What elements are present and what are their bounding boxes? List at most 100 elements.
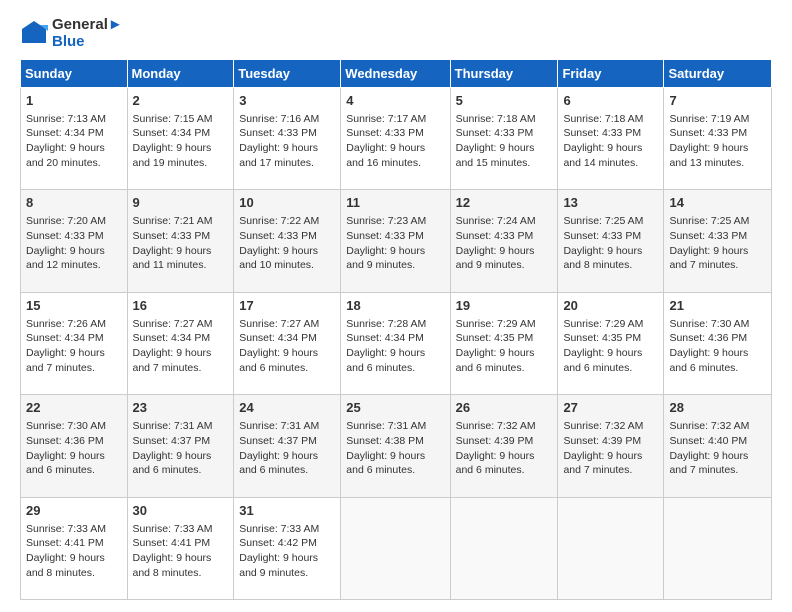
day-number: 13 [563, 194, 658, 212]
daylight-text: Daylight: 9 hours and 12 minutes. [26, 245, 105, 272]
sunrise-text: Sunrise: 7:33 AM [133, 523, 213, 535]
day-number: 28 [669, 399, 766, 417]
table-row: 29Sunrise: 7:33 AMSunset: 4:41 PMDayligh… [21, 497, 128, 600]
day-number: 29 [26, 502, 122, 520]
day-number: 8 [26, 194, 122, 212]
sunset-text: Sunset: 4:33 PM [563, 127, 641, 139]
daylight-text: Daylight: 9 hours and 6 minutes. [26, 450, 105, 477]
table-row: 19Sunrise: 7:29 AMSunset: 4:35 PMDayligh… [450, 292, 558, 395]
daylight-text: Daylight: 9 hours and 7 minutes. [669, 245, 748, 272]
table-row [341, 497, 450, 600]
daylight-text: Daylight: 9 hours and 8 minutes. [26, 552, 105, 579]
col-friday: Friday [558, 59, 664, 87]
sunrise-text: Sunrise: 7:31 AM [239, 420, 319, 432]
sunrise-text: Sunrise: 7:23 AM [346, 215, 426, 227]
table-row [558, 497, 664, 600]
table-row: 16Sunrise: 7:27 AMSunset: 4:34 PMDayligh… [127, 292, 234, 395]
sunrise-text: Sunrise: 7:13 AM [26, 113, 106, 125]
daylight-text: Daylight: 9 hours and 7 minutes. [669, 450, 748, 477]
daylight-text: Daylight: 9 hours and 6 minutes. [346, 347, 425, 374]
daylight-text: Daylight: 9 hours and 8 minutes. [563, 245, 642, 272]
table-row: 15Sunrise: 7:26 AMSunset: 4:34 PMDayligh… [21, 292, 128, 395]
calendar-week-row: 1Sunrise: 7:13 AMSunset: 4:34 PMDaylight… [21, 87, 772, 190]
table-row: 20Sunrise: 7:29 AMSunset: 4:35 PMDayligh… [558, 292, 664, 395]
day-number: 3 [239, 92, 335, 110]
day-number: 14 [669, 194, 766, 212]
daylight-text: Daylight: 9 hours and 9 minutes. [346, 245, 425, 272]
sunrise-text: Sunrise: 7:18 AM [563, 113, 643, 125]
daylight-text: Daylight: 9 hours and 6 minutes. [346, 450, 425, 477]
table-row: 11Sunrise: 7:23 AMSunset: 4:33 PMDayligh… [341, 190, 450, 293]
daylight-text: Daylight: 9 hours and 6 minutes. [669, 347, 748, 374]
sunset-text: Sunset: 4:33 PM [239, 127, 317, 139]
table-row: 12 Sunrise: 7:24 AM Sunset: 4:33 PM Dayligh… [450, 190, 558, 293]
sunset-text: Sunset: 4:40 PM [669, 435, 747, 447]
table-row: 24Sunrise: 7:31 AMSunset: 4:37 PMDayligh… [234, 395, 341, 498]
sunrise-text: Sunrise: 7:33 AM [239, 523, 319, 535]
calendar-header-row: Sunday Monday Tuesday Wednesday Thursday… [21, 59, 772, 87]
daylight-text: Daylight: 9 hours and 7 minutes. [563, 450, 642, 477]
table-row: 22Sunrise: 7:30 AMSunset: 4:36 PMDayligh… [21, 395, 128, 498]
daylight-text: Daylight: 9 hours and 6 minutes. [239, 450, 318, 477]
table-row: 13Sunrise: 7:25 AMSunset: 4:33 PMDayligh… [558, 190, 664, 293]
daylight-text: Daylight: 9 hours and 10 minutes. [239, 245, 318, 272]
daylight-text: Daylight: 9 hours and 15 minutes. [456, 142, 535, 169]
sunset-text: Sunset: 4:33 PM [456, 230, 534, 242]
table-row: 27Sunrise: 7:32 AMSunset: 4:39 PMDayligh… [558, 395, 664, 498]
day-number: 12 [456, 194, 553, 212]
table-row: 25Sunrise: 7:31 AMSunset: 4:38 PMDayligh… [341, 395, 450, 498]
sunrise-text: Sunrise: 7:32 AM [563, 420, 643, 432]
sunset-text: Sunset: 4:33 PM [563, 230, 641, 242]
sunset-text: Sunset: 4:34 PM [133, 332, 211, 344]
sunrise-text: Sunrise: 7:15 AM [133, 113, 213, 125]
sunset-text: Sunset: 4:33 PM [346, 127, 424, 139]
col-sunday: Sunday [21, 59, 128, 87]
day-number: 7 [669, 92, 766, 110]
table-row: 1Sunrise: 7:13 AMSunset: 4:34 PMDaylight… [21, 87, 128, 190]
table-row: 8Sunrise: 7:20 AMSunset: 4:33 PMDaylight… [21, 190, 128, 293]
sunrise-text: Sunrise: 7:30 AM [26, 420, 106, 432]
sunset-text: Sunset: 4:33 PM [669, 230, 747, 242]
table-row: 14 Sunrise: 7:25 AM Sunset: 4:33 PM Dayligh… [664, 190, 772, 293]
daylight-text: Daylight: 9 hours and 16 minutes. [346, 142, 425, 169]
sunrise-text: Sunrise: 7:29 AM [456, 318, 536, 330]
calendar-week-row: 29Sunrise: 7:33 AMSunset: 4:41 PMDayligh… [21, 497, 772, 600]
daylight-text: Daylight: 9 hours and 6 minutes. [563, 347, 642, 374]
sunset-text: Sunset: 4:36 PM [669, 332, 747, 344]
daylight-text: Daylight: 9 hours and 9 minutes. [456, 245, 535, 272]
col-saturday: Saturday [664, 59, 772, 87]
day-number: 31 [239, 502, 335, 520]
sunrise-text: Sunrise: 7:28 AM [346, 318, 426, 330]
table-row [450, 497, 558, 600]
sunset-text: Sunset: 4:35 PM [563, 332, 641, 344]
sunset-text: Sunset: 4:36 PM [26, 435, 104, 447]
sunrise-text: Sunrise: 7:17 AM [346, 113, 426, 125]
table-row: 3Sunrise: 7:16 AMSunset: 4:33 PMDaylight… [234, 87, 341, 190]
daylight-text: Daylight: 9 hours and 6 minutes. [133, 450, 212, 477]
table-row: 23Sunrise: 7:31 AMSunset: 4:37 PMDayligh… [127, 395, 234, 498]
day-number: 30 [133, 502, 229, 520]
sunrise-text: Sunrise: 7:31 AM [346, 420, 426, 432]
daylight-text: Daylight: 9 hours and 9 minutes. [239, 552, 318, 579]
daylight-text: Daylight: 9 hours and 20 minutes. [26, 142, 105, 169]
daylight-text: Daylight: 9 hours and 7 minutes. [26, 347, 105, 374]
table-row: 10Sunrise: 7:22 AMSunset: 4:33 PMDayligh… [234, 190, 341, 293]
table-row: 30Sunrise: 7:33 AMSunset: 4:41 PMDayligh… [127, 497, 234, 600]
calendar-week-row: 15Sunrise: 7:26 AMSunset: 4:34 PMDayligh… [21, 292, 772, 395]
logo-text: General► Blue [52, 16, 123, 51]
sunset-text: Sunset: 4:33 PM [26, 230, 104, 242]
sunrise-text: Sunrise: 7:24 AM [456, 215, 536, 227]
sunrise-text: Sunrise: 7:25 AM [669, 215, 749, 227]
sunrise-text: Sunrise: 7:27 AM [133, 318, 213, 330]
sunset-text: Sunset: 4:38 PM [346, 435, 424, 447]
sunset-text: Sunset: 4:33 PM [133, 230, 211, 242]
day-number: 17 [239, 297, 335, 315]
daylight-text: Daylight: 9 hours and 19 minutes. [133, 142, 212, 169]
daylight-text: Daylight: 9 hours and 17 minutes. [239, 142, 318, 169]
day-number: 21 [669, 297, 766, 315]
header: General► Blue [20, 16, 772, 51]
day-number: 1 [26, 92, 122, 110]
sunrise-text: Sunrise: 7:27 AM [239, 318, 319, 330]
daylight-text: Daylight: 9 hours and 6 minutes. [456, 347, 535, 374]
day-number: 15 [26, 297, 122, 315]
